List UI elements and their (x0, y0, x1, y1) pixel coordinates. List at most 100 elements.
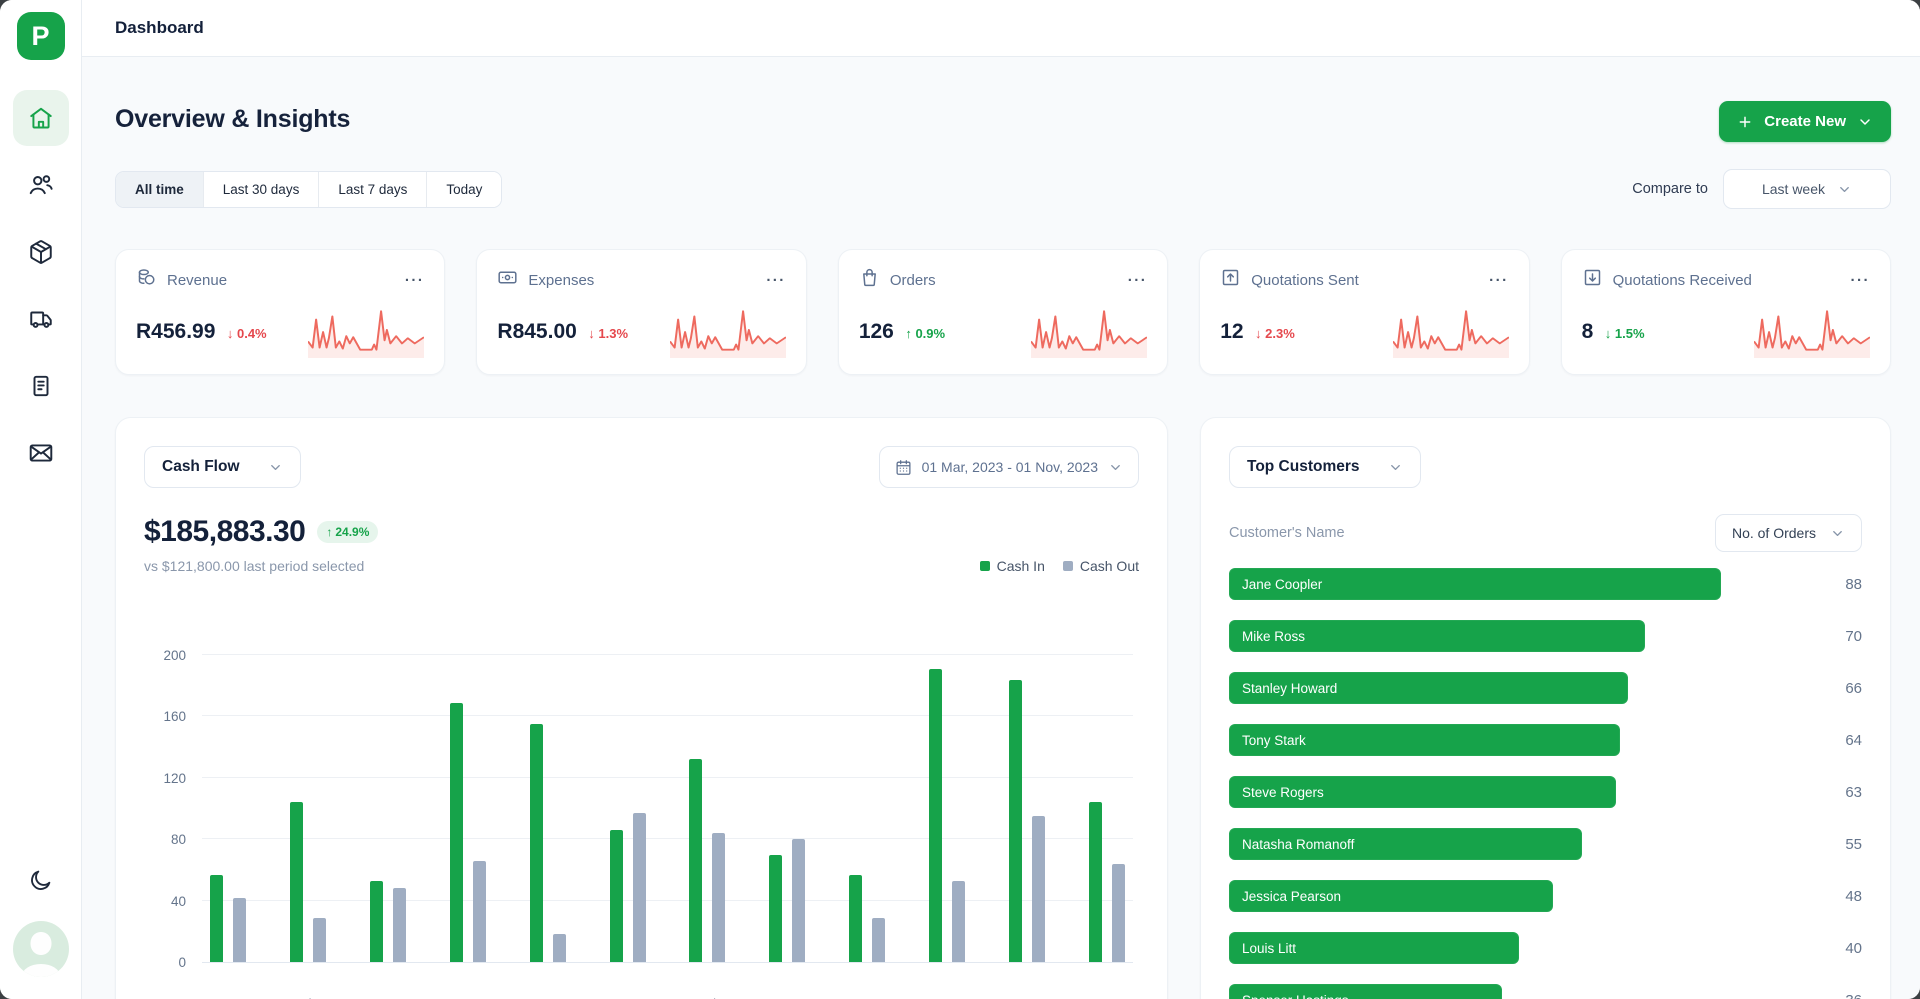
sparkline-chart (670, 306, 786, 358)
more-options-button[interactable]: ··· (1128, 273, 1148, 288)
customer-name: Jessica Pearson (1242, 889, 1341, 904)
tab-last-30-days[interactable]: Last 30 days (204, 172, 320, 207)
sparkline-chart (1754, 306, 1870, 358)
bar-group-dec (1089, 802, 1125, 962)
customer-name: Mike Ross (1242, 629, 1305, 644)
shopping-bag-icon (859, 267, 880, 293)
cash-out-bar-mar (393, 888, 406, 962)
sidebar-footer (13, 868, 69, 977)
customer-bar-track: Natasha Romanoff (1229, 828, 1808, 860)
stat-card-header: Expenses ··· (497, 267, 785, 293)
gridline (202, 654, 1133, 655)
customer-row: Jessica Pearson 48 (1229, 880, 1862, 912)
trend-arrow-icon: ↓ (588, 326, 595, 341)
tab-last-7-days[interactable]: Last 7 days (319, 172, 427, 207)
logo-letter: P (31, 21, 49, 52)
y-axis-tick: 200 (144, 648, 186, 663)
calendar-icon (895, 459, 912, 476)
tab-all-time[interactable]: All time (116, 172, 204, 207)
cash-flow-metric-label: Cash Flow (162, 458, 240, 476)
stat-card: Expenses ··· R845.00 ↓ 1.3% (476, 249, 806, 375)
cash-in-bar-dec (1089, 802, 1102, 962)
sidebar-item-messages[interactable] (13, 425, 69, 481)
plus-icon (1737, 114, 1753, 130)
more-options-button[interactable]: ··· (1489, 273, 1509, 288)
customer-order-count: 64 (1808, 732, 1862, 749)
top-customers-select[interactable]: Top Customers (1229, 446, 1421, 488)
app-logo[interactable]: P (17, 12, 65, 60)
stat-card-header: Quotations Sent ··· (1220, 267, 1508, 293)
customer-row: Stanley Howard 66 (1229, 672, 1862, 704)
date-range-button[interactable]: 01 Mar, 2023 - 01 Nov, 2023 (879, 446, 1139, 488)
customer-bar-track: Louis Litt (1229, 932, 1808, 964)
cash-out-bar-apr (473, 861, 486, 962)
cash-out-bar-jul (712, 833, 725, 962)
stat-card-header: Orders ··· (859, 267, 1147, 293)
cash-flow-metric-select[interactable]: Cash Flow (144, 446, 301, 488)
create-new-button[interactable]: Create New (1719, 101, 1891, 142)
cash-in-bar-mar (370, 881, 383, 962)
compare-to-value: Last week (1762, 181, 1825, 197)
cash-in-bar-jan (210, 875, 223, 962)
stat-value: R456.99 (136, 320, 215, 343)
customer-row: Jane Coopler 88 (1229, 568, 1862, 600)
customer-bar: Louis Litt (1229, 932, 1519, 964)
cash-in-bar-sep (849, 875, 862, 962)
trend-arrow-icon: ↑ (905, 326, 912, 341)
sort-by-select[interactable]: No. of Orders (1715, 514, 1862, 552)
user-avatar[interactable] (13, 921, 69, 977)
stat-delta: ↓ 2.3% (1255, 326, 1295, 341)
home-icon (28, 105, 54, 131)
cash-out-bar-jun (633, 813, 646, 962)
customer-bar: Spenser Hastings (1229, 984, 1502, 999)
stat-value: 8 (1582, 320, 1594, 343)
more-options-button[interactable]: ··· (405, 273, 425, 288)
cash-out-bar-aug (792, 839, 805, 962)
compare-to-select[interactable]: Last week (1723, 169, 1891, 209)
topbar-title: Dashboard (115, 18, 204, 38)
cash-flow-header: Cash Flow 01 Mar, 2023 - 01 Nov, 2023 (144, 446, 1139, 488)
cash-in-bar-jul (689, 759, 702, 962)
cash-out-bar-may (553, 934, 566, 962)
chevron-down-icon (1830, 526, 1845, 541)
sidebar-item-deliveries[interactable] (13, 291, 69, 347)
cash-in-bar-feb (290, 802, 303, 962)
cash-in-bar-jun (610, 830, 623, 962)
customer-name: Steve Rogers (1242, 785, 1324, 800)
avatar-head-shape (30, 932, 51, 955)
customer-name: Spenser Hastings (1242, 993, 1349, 999)
customer-bar-track: Stanley Howard (1229, 672, 1808, 704)
tab-label: Last 7 days (338, 182, 407, 197)
more-options-button[interactable]: ··· (766, 273, 786, 288)
stat-delta: ↓ 0.4% (227, 326, 267, 341)
customer-name: Jane Coopler (1242, 577, 1322, 592)
legend-swatch-cash-out (1063, 561, 1073, 571)
cash-flow-comparison-note: vs $121,800.00 last period selected (144, 558, 364, 574)
theme-toggle-button[interactable] (28, 868, 53, 893)
customer-name: Louis Litt (1242, 941, 1296, 956)
time-filter-tabs: All timeLast 30 days Last 7 days Today (115, 171, 502, 208)
customer-bar: Mike Ross (1229, 620, 1645, 652)
cash-out-bar-sep (872, 918, 885, 963)
sidebar-item-customers[interactable] (13, 157, 69, 213)
sidebar-item-invoices[interactable] (13, 358, 69, 414)
legend-label-cash-out: Cash Out (1080, 558, 1139, 574)
sort-by-value: No. of Orders (1732, 525, 1816, 541)
sparkline-chart (308, 306, 424, 358)
customer-bar-track: Steve Rogers (1229, 776, 1808, 808)
cash-flow-chart: JanFebMarAprMayJunJulAugSepOctNovDec 040… (144, 656, 1139, 963)
bar-group-jun (610, 813, 646, 962)
stat-value: 12 (1220, 320, 1243, 343)
customer-bar-track: Mike Ross (1229, 620, 1808, 652)
sidebar-item-products[interactable] (13, 224, 69, 280)
customer-name-column-label: Customer's Name (1229, 525, 1345, 541)
sidebar: P (0, 0, 82, 999)
customer-bar: Natasha Romanoff (1229, 828, 1582, 860)
more-options-button[interactable]: ··· (1851, 273, 1871, 288)
customer-row: Tony Stark 64 (1229, 724, 1862, 756)
tab-today[interactable]: Today (427, 172, 501, 207)
bar-groups (202, 656, 1133, 962)
trend-arrow-icon: ↓ (1605, 326, 1612, 341)
cash-in-bar-oct (929, 669, 942, 962)
sidebar-item-dashboard[interactable] (13, 90, 69, 146)
